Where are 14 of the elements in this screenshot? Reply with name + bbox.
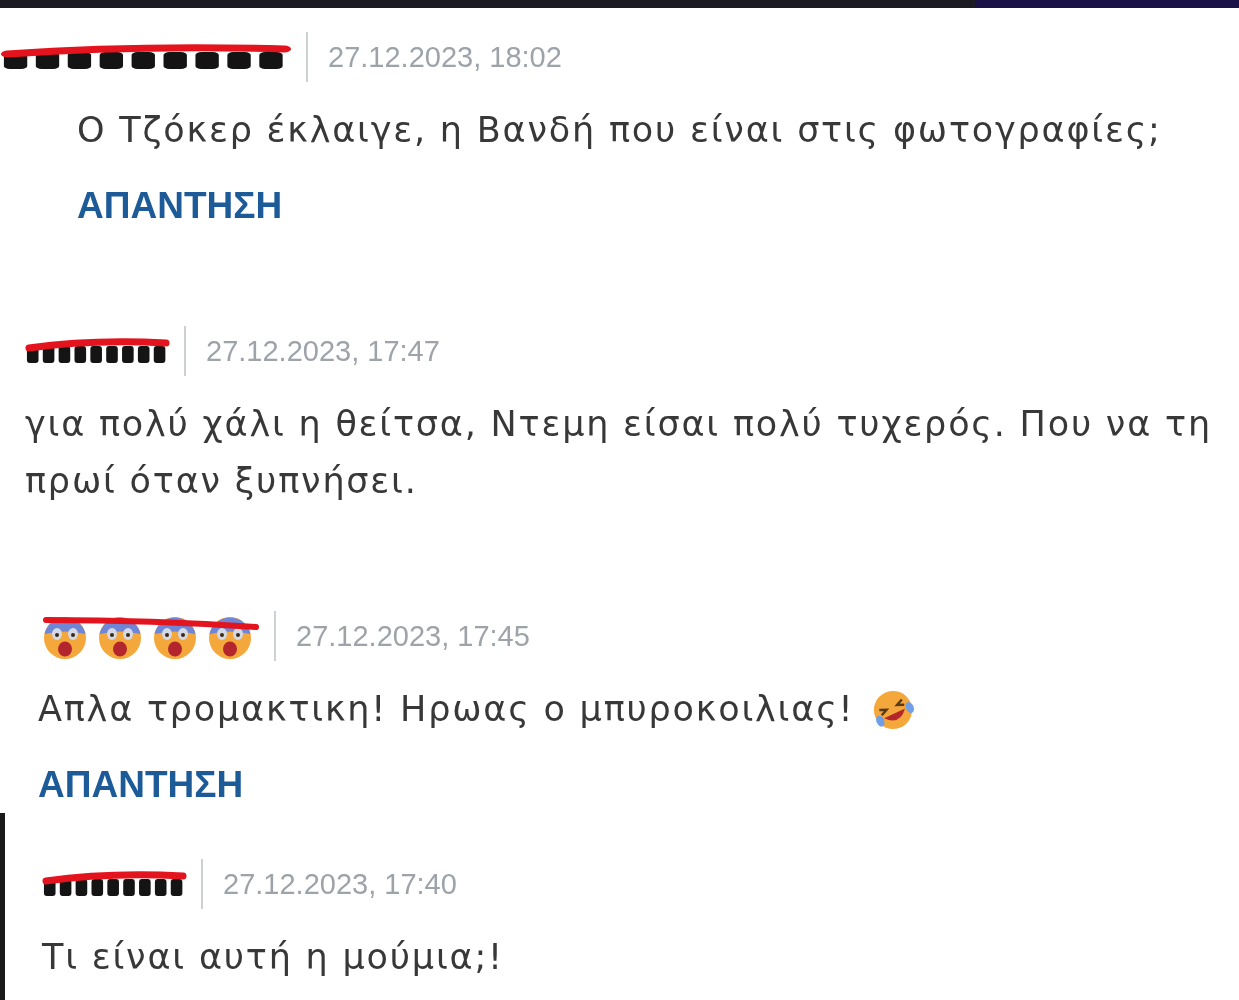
- reply-button[interactable]: ΑΠΑΝΤΗΣΗ: [38, 756, 244, 813]
- reply-button[interactable]: ΑΠΑΝΤΗΣΗ: [77, 177, 283, 234]
- comment-date: 27.12.2023, 17:47: [206, 334, 440, 368]
- comment-text: πρωί όταν ξυπνήσει.: [25, 460, 418, 503]
- comment-date: 27.12.2023, 17:40: [223, 867, 457, 901]
- screaming-face-icon: [209, 617, 251, 659]
- comment-text: Τι είναι αυτή η μούμια;!: [42, 936, 504, 979]
- comment-text: Απλα τρομακτικη! Ηρωας ο μπυροκοιλιας!: [38, 688, 855, 731]
- comment-text: για πολύ χάλι η θείτσα, Ντεμη είσαι πολύ τυχερός. Που να τη: [25, 403, 1212, 446]
- screaming-face-icon: [154, 617, 196, 659]
- comment-text: Ο Τζόκερ έκλαιγε, η Βανδή που είναι στις φωτογραφίες;: [77, 109, 1162, 152]
- comment-date: 27.12.2023, 17:45: [296, 619, 530, 653]
- screaming-face-icon: [99, 617, 141, 659]
- comment-date: 27.12.2023, 18:02: [328, 40, 562, 74]
